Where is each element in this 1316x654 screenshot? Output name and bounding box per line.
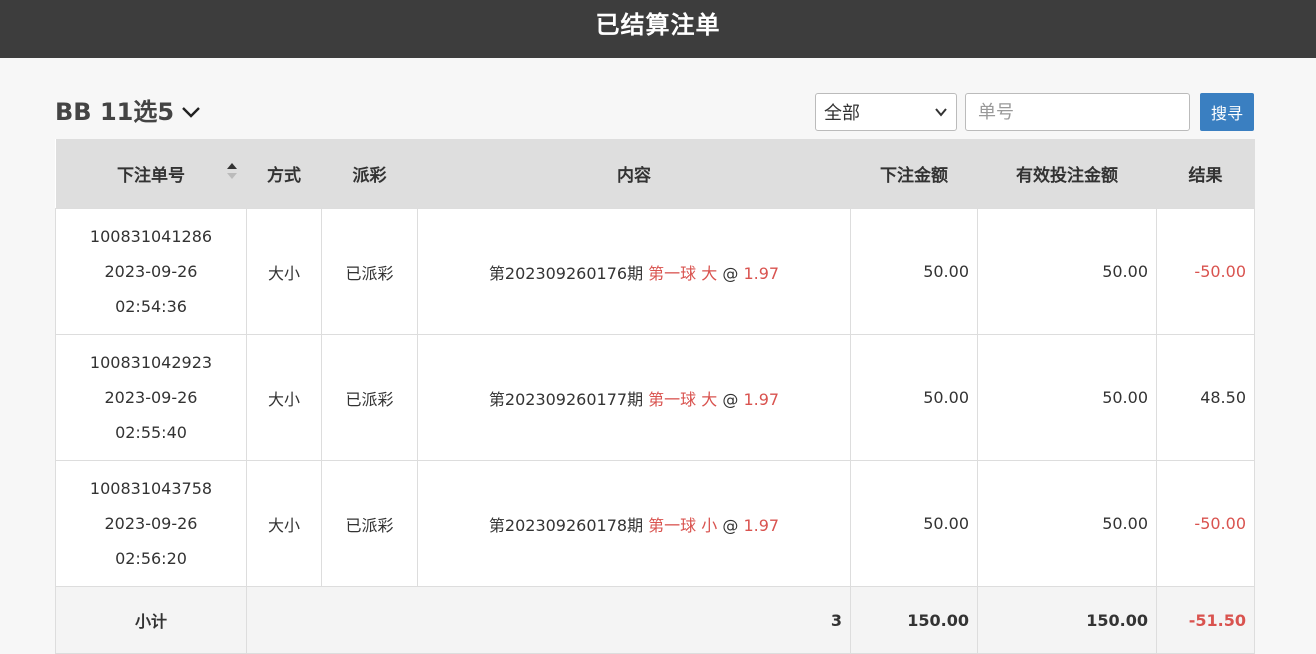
period: 第202309260176期 (488, 263, 644, 283)
method-cell: 大小 (246, 208, 322, 335)
amount-cell: 50.00 (850, 208, 978, 335)
order-cell: 100831041286 2023-09-26 02:54:36 (55, 208, 247, 335)
sort-icon[interactable] (226, 161, 237, 181)
order-time: 02:56:20 (115, 549, 187, 568)
payout-cell: 已派彩 (321, 460, 418, 587)
amount-cell: 50.00 (850, 334, 978, 461)
chevron-down-icon (182, 107, 200, 118)
table-row: 100831042923 2023-09-26 02:55:40 大小 已派彩 … (55, 334, 1255, 461)
at-sign: @ (722, 515, 739, 535)
game-selector[interactable]: BB 11选5 (55, 93, 202, 131)
order-number: 100831041286 (89, 227, 213, 246)
table-row: 100831041286 2023-09-26 02:54:36 大小 已派彩 … (55, 208, 1255, 335)
payout-cell: 已派彩 (321, 334, 418, 461)
column-header-order-no[interactable]: 下注单号 (55, 139, 247, 209)
status-filter-select[interactable]: 全部 (815, 93, 957, 131)
page-title: 已结算注单 (595, 10, 721, 39)
at-sign: @ (722, 389, 739, 409)
column-header-method: 方式 (246, 139, 322, 209)
order-date: 2023-09-26 (104, 514, 198, 533)
subtotal-count: 3 (246, 586, 851, 654)
table-header-row: 下注单号 方式 派彩 内容 下注金额 有效投注金额 结果 (55, 139, 1255, 209)
odds: 1.97 (743, 389, 780, 409)
bet-selection: 第一球 小 (648, 515, 718, 535)
content-cell: 第202309260176期 第一球 大 @ 1.97 (417, 208, 851, 335)
bet-selection: 第一球 大 (648, 263, 718, 283)
bet-selection: 第一球 大 (648, 389, 718, 409)
order-number-input[interactable] (965, 93, 1190, 131)
order-cell: 100831043758 2023-09-26 02:56:20 (55, 460, 247, 587)
order-time: 02:55:40 (115, 423, 187, 442)
odds: 1.97 (743, 263, 780, 283)
column-header-payout: 派彩 (321, 139, 418, 209)
chevron-down-icon (935, 108, 947, 117)
column-header-amount: 下注金额 (850, 139, 978, 209)
order-date: 2023-09-26 (104, 262, 198, 281)
result-cell: -50.00 (1156, 460, 1255, 587)
page-header: 已结算注单 (0, 0, 1316, 58)
order-date: 2023-09-26 (104, 388, 198, 407)
subtotal-label: 小计 (55, 586, 247, 654)
subtotal-amount: 150.00 (850, 586, 978, 654)
game-title: BB 11选5 (55, 98, 175, 126)
period: 第202309260177期 (488, 389, 644, 409)
valid-amount-cell: 50.00 (977, 334, 1157, 461)
bets-table: 下注单号 方式 派彩 内容 下注金额 有效投注金额 结果 10083104128… (55, 139, 1255, 654)
order-number: 100831043758 (89, 479, 213, 498)
payout-cell: 已派彩 (321, 208, 418, 335)
content-cell: 第202309260177期 第一球 大 @ 1.97 (417, 334, 851, 461)
subtotal-row: 小计 3 150.00 150.00 -51.50 (55, 586, 1255, 654)
amount-cell: 50.00 (850, 460, 978, 587)
result-cell: -50.00 (1156, 208, 1255, 335)
status-filter-value: 全部 (824, 103, 860, 124)
table-row: 100831043758 2023-09-26 02:56:20 大小 已派彩 … (55, 460, 1255, 587)
column-header-valid-amount: 有效投注金额 (977, 139, 1157, 209)
order-cell: 100831042923 2023-09-26 02:55:40 (55, 334, 247, 461)
valid-amount-cell: 50.00 (977, 460, 1157, 587)
method-cell: 大小 (246, 460, 322, 587)
odds: 1.97 (743, 515, 780, 535)
column-header-content: 内容 (417, 139, 851, 209)
order-time: 02:54:36 (115, 297, 187, 316)
subtotal-valid-amount: 150.00 (977, 586, 1157, 654)
result-cell: 48.50 (1156, 334, 1255, 461)
period: 第202309260178期 (488, 515, 644, 535)
order-number: 100831042923 (89, 353, 213, 372)
valid-amount-cell: 50.00 (977, 208, 1157, 335)
toolbar: BB 11选5 全部 搜寻 (55, 93, 1254, 131)
at-sign: @ (722, 263, 739, 283)
method-cell: 大小 (246, 334, 322, 461)
content-cell: 第202309260178期 第一球 小 @ 1.97 (417, 460, 851, 587)
column-header-result: 结果 (1156, 139, 1255, 209)
subtotal-result: -51.50 (1156, 586, 1255, 654)
search-button[interactable]: 搜寻 (1200, 93, 1254, 131)
